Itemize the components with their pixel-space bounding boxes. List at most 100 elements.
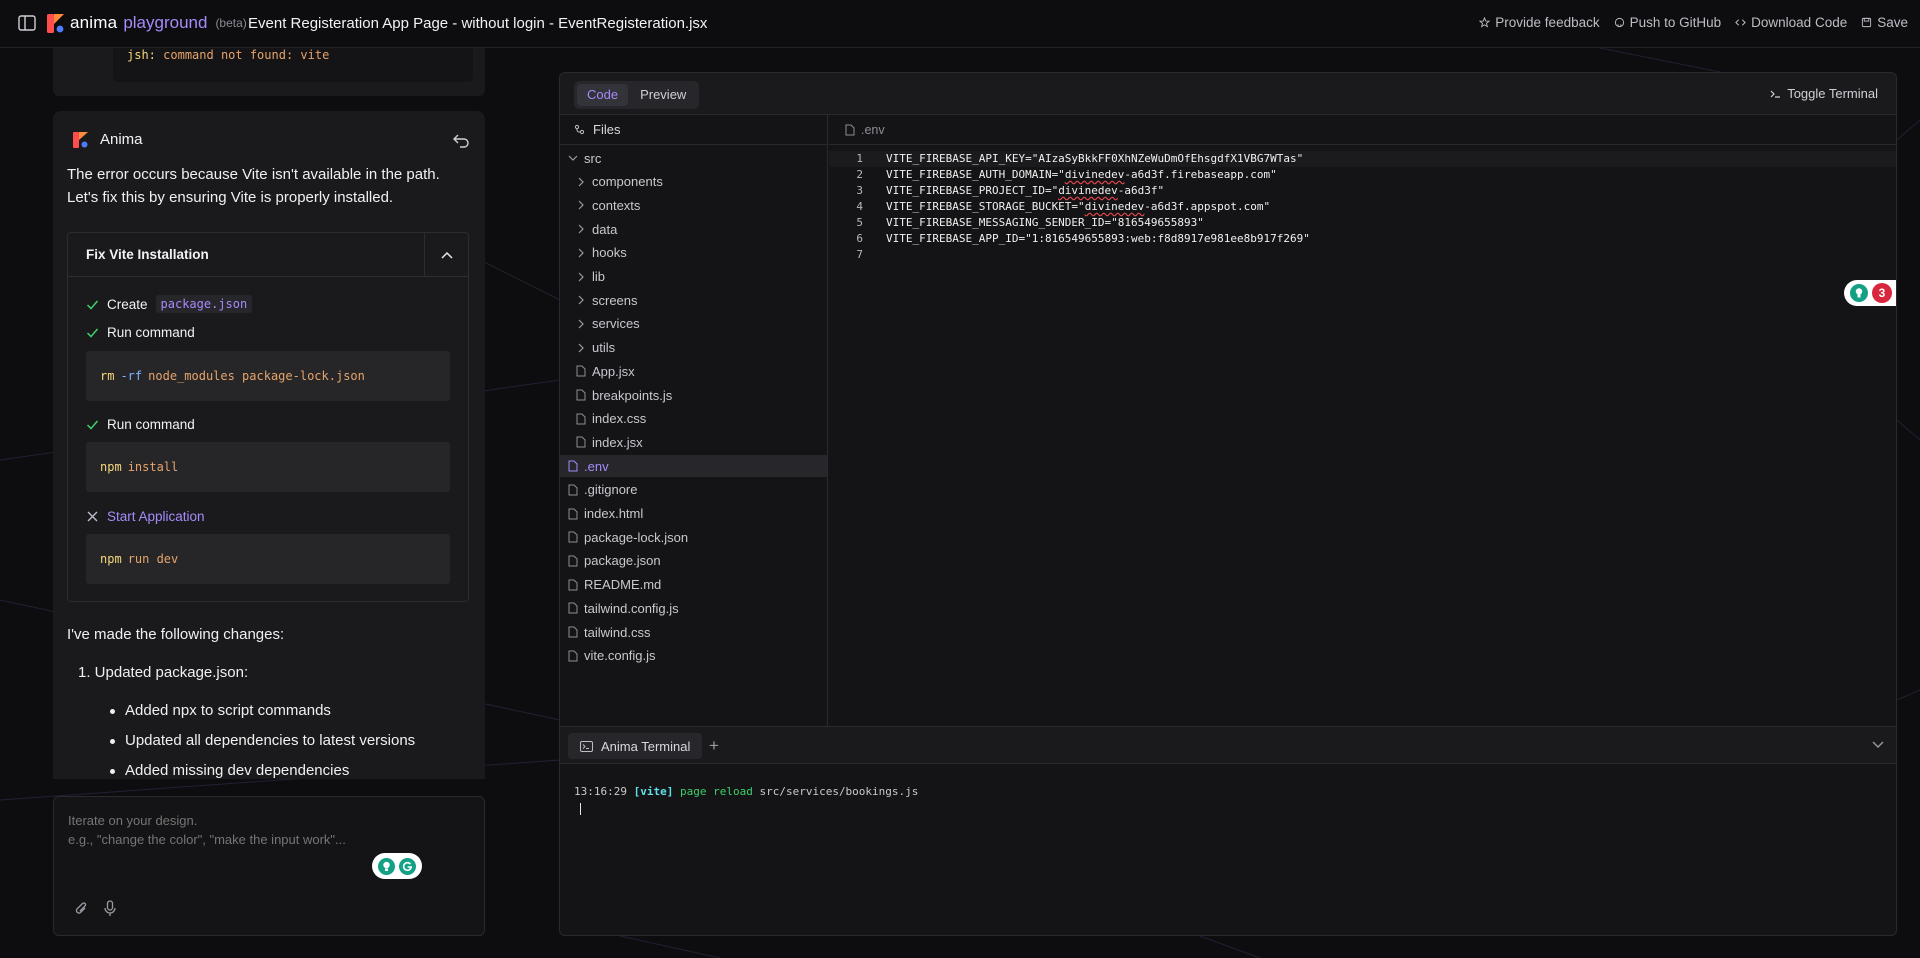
step-start-application[interactable]: Start Application (86, 509, 205, 524)
tab-preview[interactable]: Preview (630, 84, 696, 106)
tree-item-folder-utils[interactable]: utils (560, 337, 827, 359)
tab-code[interactable]: Code (577, 84, 629, 106)
tree-item-label: lib (592, 269, 606, 284)
line-content: VITE_FIREBASE_API_KEY="AIzaSyBkkFF0XhNZe… (886, 151, 1303, 167)
download-code-button[interactable]: Download Code (1735, 15, 1847, 30)
bullet-item: Added missing dev dependencies (109, 762, 350, 779)
step-label: Run command (107, 417, 195, 432)
top-bar: anima playground (beta) Event Registerat… (0, 0, 1920, 48)
tree-item-file-index-jsx[interactable]: index.jsx (560, 431, 827, 453)
cmd-bin: npm (100, 552, 122, 566)
chevron-right-icon (578, 200, 584, 210)
tree-item-folder-data[interactable]: data (560, 218, 827, 240)
fix-steps-title: Fix Vite Installation (86, 247, 209, 262)
file-chip[interactable]: package.json (155, 295, 253, 313)
file-icon (568, 460, 578, 472)
tree-item-file-dot-env[interactable]: .env (560, 455, 827, 478)
line-number: 1 (856, 152, 863, 165)
files-label: Files (593, 122, 621, 137)
top-actions: Provide feedback Push to GitHub Download… (1479, 15, 1908, 30)
command-block-3[interactable]: npm run dev (86, 534, 450, 584)
fix-steps-panel: Fix Vite Installation Create package.jso… (67, 232, 469, 602)
grammarly-widget[interactable] (372, 853, 422, 879)
file-icon (576, 436, 586, 448)
tree-item-label: README.md (584, 577, 662, 593)
line-text: VITE_FIREBASE_PROJECT_ID=" (886, 184, 1059, 197)
star-icon (1479, 17, 1491, 28)
tree-item-folder-lib[interactable]: lib (560, 266, 827, 288)
attach-icon[interactable] (74, 901, 89, 917)
tree-item-folder-services[interactable]: services (560, 313, 827, 335)
microphone-icon[interactable] (104, 900, 116, 917)
code-line: 3 VITE_FIREBASE_PROJECT_ID="divinedev-a6d… (829, 183, 1896, 199)
tree-item-label: vite.config.js (584, 648, 656, 664)
tree-item-file-App-jsx[interactable]: App.jsx (560, 360, 827, 382)
terminal-tag: [vite] (633, 785, 674, 798)
line-text: VITE_FIREBASE_MESSAGING_SENDER_ID="81654… (886, 216, 1204, 229)
chevron-down-icon[interactable] (1872, 741, 1884, 749)
provide-feedback-label: Provide feedback (1495, 15, 1600, 30)
undo-icon[interactable] (453, 134, 469, 148)
issues-badge[interactable]: 3 (1844, 280, 1896, 306)
code-line: 6 VITE_FIREBASE_APP_ID="1:816549655893:we… (829, 231, 1896, 247)
save-label: Save (1877, 15, 1908, 30)
code-line: 5 VITE_FIREBASE_MESSAGING_SENDER_ID="8165… (829, 215, 1896, 231)
file-icon (576, 389, 586, 401)
tree-item-file-vite-config-js[interactable]: vite.config.js (560, 645, 827, 667)
sidebar-toggle-icon[interactable] (18, 15, 36, 31)
line-number: 3 (856, 184, 863, 197)
save-button[interactable]: Save (1861, 15, 1908, 30)
push-to-github-button[interactable]: Push to GitHub (1614, 15, 1722, 30)
terminal-tab[interactable]: Anima Terminal (568, 733, 703, 759)
files-header: Files (560, 115, 827, 145)
command-block-2[interactable]: npm install (86, 442, 450, 492)
toggle-terminal-button[interactable]: Toggle Terminal (1770, 86, 1878, 101)
cmd-args: install (127, 460, 179, 474)
file-icon (576, 365, 586, 377)
tree-item-file-tailwind-config-js[interactable]: tailwind.config.js (560, 597, 827, 619)
tree-item-label: index.html (584, 506, 644, 521)
file-icon (568, 531, 578, 543)
tree-item-file-package-json[interactable]: package.json (560, 550, 827, 572)
step-run-command-2: Run command (86, 417, 195, 432)
add-terminal-button[interactable]: + (709, 736, 719, 756)
command-block-1[interactable]: rm -rf node_modules package-lock.json (86, 351, 450, 401)
file-tab-bar: .env (829, 115, 1896, 145)
tree-item-file-index-css[interactable]: index.css (560, 408, 827, 430)
code-line: 2 VITE_FIREBASE_AUTH_DOMAIN="divinedev-a6… (829, 167, 1896, 183)
tree-item-label: hooks (592, 245, 627, 261)
message-header: Anima (73, 131, 143, 148)
tree-item-folder-components[interactable]: components (560, 171, 827, 193)
line-text: -a6d3f" (1117, 184, 1165, 197)
tree-item-file-tailwind-css[interactable]: tailwind.css (560, 621, 827, 643)
push-to-github-label: Push to GitHub (1629, 15, 1722, 30)
tree-item-file-README-md[interactable]: README.md (560, 574, 827, 596)
open-file-tab[interactable]: .env (861, 123, 885, 137)
file-icon (845, 124, 855, 135)
step-run-command-1: Run command (86, 325, 195, 340)
anima-logo[interactable]: anima playground (beta) (47, 13, 247, 33)
tree-item-file-dot-gitignore[interactable]: .gitignore (560, 479, 827, 501)
tree-item-file-breakpoints-js[interactable]: breakpoints.js (560, 384, 827, 406)
tree-item-folder-screens[interactable]: screens (560, 289, 827, 311)
tree-item-file-package-lock-json[interactable]: package-lock.json (560, 526, 827, 548)
provide-feedback-button[interactable]: Provide feedback (1479, 15, 1600, 30)
tree-item-file-index-html[interactable]: index.html (560, 503, 827, 525)
line-number: 4 (856, 200, 863, 213)
line-content: VITE_FIREBASE_PROJECT_ID="divinedev-a6d3… (886, 183, 1164, 199)
beta-badge: (beta) (215, 16, 247, 30)
line-text: VITE_FIREBASE_API_KEY="AIzaSyBkkFF0XhNZe… (886, 152, 1304, 165)
collapse-button[interactable] (424, 233, 468, 276)
tree-item-folder-contexts[interactable]: contexts (560, 194, 827, 216)
tree-item-folder-hooks[interactable]: hooks (560, 242, 827, 264)
bullet-item: Updated all dependencies to latest versi… (109, 732, 416, 749)
file-icon (576, 413, 586, 425)
tree-item-folder-src[interactable]: src (560, 147, 827, 169)
terminal-output[interactable]: 13:16:29 [vite] page reload src/services… (574, 785, 918, 799)
terminal-icon (580, 740, 593, 752)
prompt-input[interactable] (68, 811, 448, 849)
fix-steps-header[interactable]: Fix Vite Installation (68, 233, 468, 277)
check-icon (86, 300, 99, 310)
anima-logo-icon (47, 13, 64, 33)
view-toggle: Code Preview (574, 81, 700, 109)
